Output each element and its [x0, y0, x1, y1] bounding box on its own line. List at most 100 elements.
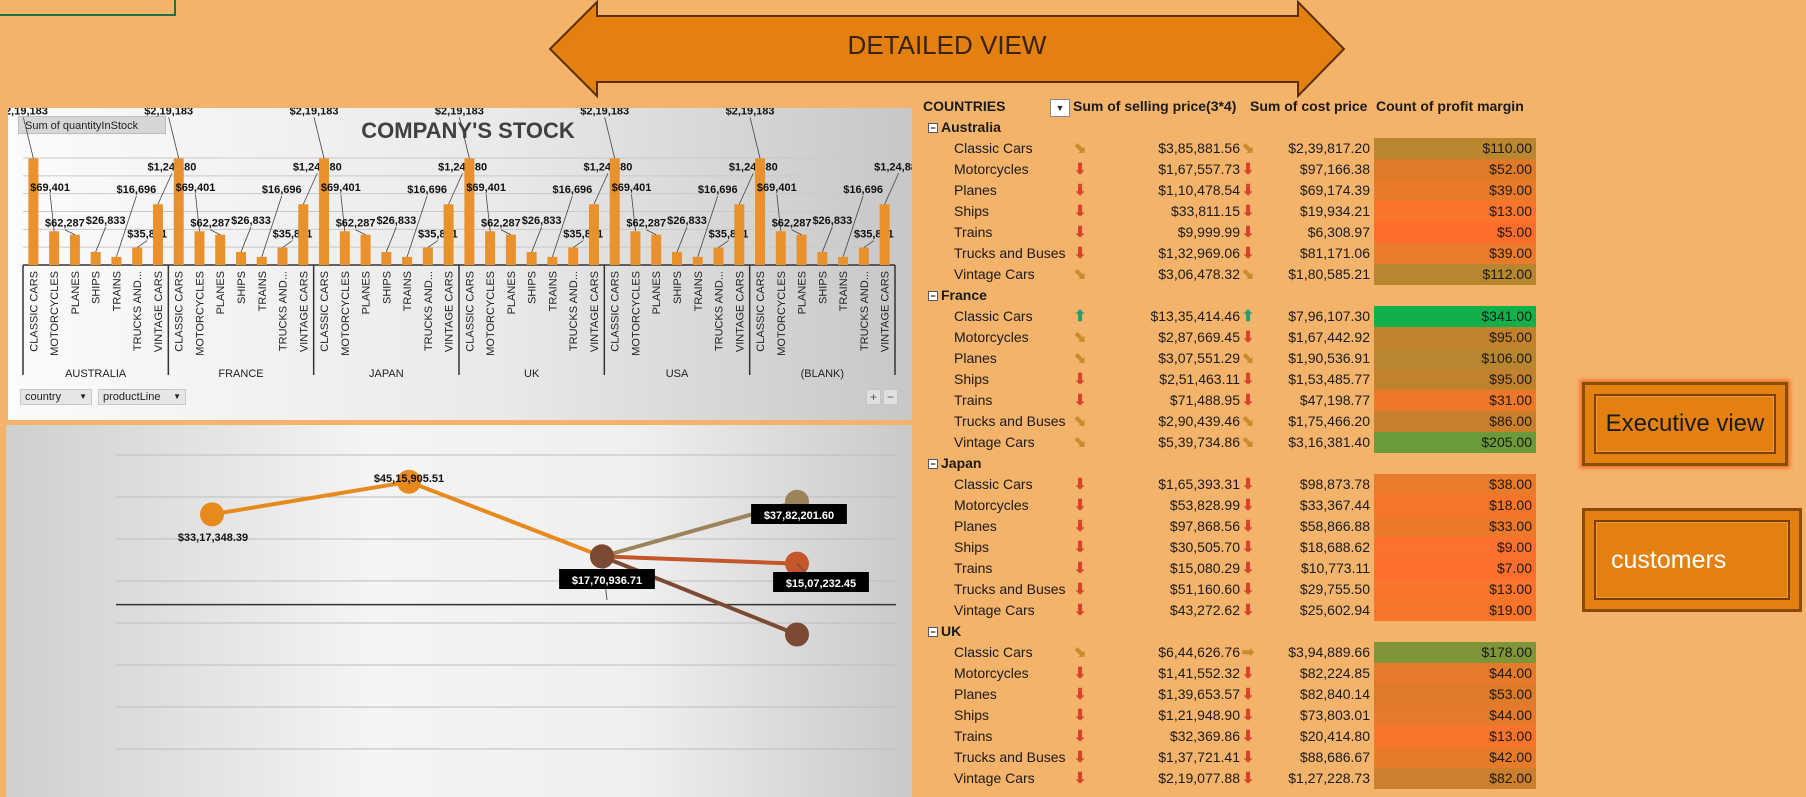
- bar-data-label: $69,401: [321, 182, 361, 194]
- pivot-data-row[interactable]: Classic Cars ⬊ $3,85,881.56 ⬊ $2,39,817.20 $1…: [918, 138, 1538, 159]
- category-tick-label: SHIPS: [672, 271, 684, 304]
- pivot-data-row[interactable]: Motorcycles ⬇ $1,67,557.73 ⬇ $97,166.38 $52.0…: [918, 159, 1538, 180]
- pivot-data-row[interactable]: Motorcycles ⬇ $1,41,552.32 ⬇ $82,224.85 $44.0…: [918, 663, 1538, 684]
- product-line-label: Trucks and Buses: [954, 581, 1066, 597]
- selling-price-value: $33,811.15: [1170, 203, 1240, 219]
- category-tick-label: PLANES: [70, 271, 82, 314]
- stock-bar: [630, 231, 641, 265]
- bar-data-label: $62,287: [626, 218, 666, 230]
- product-line-label: Trucks and Buses: [954, 749, 1066, 765]
- data-label-leader: [718, 240, 729, 248]
- pivot-data-row[interactable]: Ships ⬇ $2,51,463.11 ⬇ $1,53,485.77 $95.00: [918, 369, 1538, 390]
- selling-price-value: $2,90,439.46: [1158, 413, 1240, 429]
- stock-bar: [775, 231, 786, 265]
- data-label-leader: [282, 240, 293, 248]
- pivot-group-row[interactable]: − Australia: [918, 117, 1538, 138]
- arrow-down-icon: ⬇: [1073, 203, 1087, 220]
- collapse-toggle-icon[interactable]: −: [928, 459, 938, 469]
- pivot-data-row[interactable]: Planes ⬇ $97,868.56 ⬇ $58,866.88 $33.00: [918, 516, 1538, 537]
- cost-price-value: $1,90,536.91: [1288, 350, 1370, 366]
- group-name: Japan: [941, 455, 982, 471]
- arrow-down-icon: ⬇: [1073, 518, 1087, 535]
- pivot-group-row[interactable]: − UK: [918, 621, 1538, 642]
- expand-field-button[interactable]: +: [866, 389, 881, 405]
- stock-bar: [69, 234, 80, 265]
- profit-margin-count: $82.00: [1374, 768, 1536, 789]
- stock-bar: [692, 256, 703, 265]
- pivot-data-row[interactable]: Classic Cars ⬊ $6,44,626.76 ➡ $3,94,889.66 $1…: [918, 642, 1538, 663]
- bar-data-label: $2,19,183: [580, 108, 629, 117]
- selling-price-value: $1,32,969.06: [1158, 245, 1240, 261]
- pivot-data-row[interactable]: Trucks and Buses ⬊ $2,90,439.46 ⬊ $1,75,466.…: [918, 411, 1538, 432]
- arrow-down-icon: ⬇: [1241, 203, 1255, 220]
- arrow-down-icon: ⬇: [1073, 245, 1087, 262]
- pivot-data-row[interactable]: Trains ⬇ $9,999.99 ⬇ $6,308.97 $5.00: [918, 222, 1538, 243]
- product-line-label: Trucks and Buses: [954, 245, 1066, 261]
- pivot-data-row[interactable]: Vintage Cars ⬊ $3,06,478.32 ⬊ $1,80,585.21 $1…: [918, 264, 1538, 285]
- group-label: (BLANK): [801, 368, 844, 380]
- pivot-data-row[interactable]: Classic Cars ⬆ $13,35,414.46 ⬆ $7,96,107.30 $…: [918, 306, 1538, 327]
- bar-data-label: $69,401: [176, 182, 216, 194]
- product-line-label: Trains: [954, 392, 993, 408]
- product-line-label: Motorcycles: [954, 497, 1029, 513]
- countries-filter-dropdown[interactable]: ▼: [1050, 96, 1070, 117]
- pivot-data-row[interactable]: Trucks and Buses ⬇ $1,37,721.41 ⬇ $88,686.67…: [918, 747, 1538, 768]
- category-tick-label: CLASSIC CARS: [755, 271, 767, 352]
- pivot-data-row[interactable]: Trucks and Buses ⬇ $1,32,969.06 ⬇ $81,171.06…: [918, 243, 1538, 264]
- group-label: USA: [666, 368, 689, 380]
- selling-price-value: $5,39,734.86: [1158, 434, 1240, 450]
- pivot-data-row[interactable]: Motorcycles ⬇ $53,828.99 ⬇ $33,367.44 $18.00: [918, 495, 1538, 516]
- pivot-data-row[interactable]: Ships ⬇ $1,21,948.90 ⬇ $73,803.01 $44.00: [918, 705, 1538, 726]
- productline-filter-button[interactable]: productLine ▼: [98, 389, 186, 405]
- dropdown-arrow-icon[interactable]: ▼: [1050, 99, 1070, 117]
- productline-filter-label: productLine: [103, 391, 161, 403]
- collapse-toggle-icon[interactable]: −: [928, 123, 938, 133]
- collapse-toggle-icon[interactable]: −: [928, 627, 938, 637]
- pivot-data-row[interactable]: Trains ⬇ $15,080.29 ⬇ $10,773.11 $7.00: [918, 558, 1538, 579]
- arrow-down-icon: ⬇: [1241, 224, 1255, 241]
- stock-bar: [277, 247, 288, 265]
- selling-price-value: $2,19,077.88: [1158, 770, 1240, 786]
- product-line-label: Trains: [954, 728, 993, 744]
- pivot-data-row[interactable]: Trains ⬇ $32,369.86 ⬇ $20,414.80 $13.00: [918, 726, 1538, 747]
- pivot-data-row[interactable]: Planes ⬇ $1,39,653.57 ⬇ $82,840.14 $53.00: [918, 684, 1538, 705]
- pivot-data-row[interactable]: Motorcycles ⬊ $2,87,669.45 ⬇ $1,67,442.92 $95…: [918, 327, 1538, 348]
- category-tick-label: TRAINS: [402, 271, 414, 311]
- collapse-field-button[interactable]: −: [883, 389, 898, 405]
- pivot-data-row[interactable]: Ships ⬇ $30,505.70 ⬇ $18,688.62 $9.00: [918, 537, 1538, 558]
- selected-cell[interactable]: [0, 0, 176, 16]
- pivot-group-row[interactable]: − France: [918, 285, 1538, 306]
- pivot-data-row[interactable]: Classic Cars ⬇ $1,65,393.31 ⬇ $98,873.78 $38.…: [918, 474, 1538, 495]
- selling-price-value: $2,87,669.45: [1158, 329, 1240, 345]
- pivot-data-row[interactable]: Planes ⬇ $1,10,478.54 ⬇ $69,174.39 $39.00: [918, 180, 1538, 201]
- bar-data-label: $16,696: [262, 184, 302, 196]
- pivot-data-row[interactable]: Vintage Cars ⬊ $5,39,734.86 ⬊ $3,16,381.40 $2…: [918, 432, 1538, 453]
- profit-margin-count: $106.00: [1374, 348, 1536, 369]
- data-label-leader: [593, 173, 609, 205]
- pivot-data-row[interactable]: Planes ⬊ $3,07,551.29 ⬊ $1,90,536.91 $106.00: [918, 348, 1538, 369]
- pivot-data-row[interactable]: Trains ⬇ $71,488.95 ⬇ $47,198.77 $31.00: [918, 390, 1538, 411]
- arrow-down-icon: ⬇: [1241, 371, 1255, 388]
- product-line-label: Motorcycles: [954, 665, 1029, 681]
- collapse-toggle-icon[interactable]: −: [928, 291, 938, 301]
- country-filter-button[interactable]: country ▼: [20, 389, 92, 405]
- pivot-data-row[interactable]: Vintage Cars ⬇ $2,19,077.88 ⬇ $1,27,228.73 $8…: [918, 768, 1538, 789]
- pivot-data-row[interactable]: Ships ⬇ $33,811.15 ⬇ $19,934.21 $13.00: [918, 201, 1538, 222]
- sales-line-chart-panel[interactable]: $33,17,348.39 $45,15,905.51 $17,70,936.71 $…: [6, 425, 912, 797]
- stock-bar: [609, 158, 620, 265]
- cost-price-value: $1,27,228.73: [1288, 770, 1370, 786]
- executive-view-button[interactable]: Executive view: [1582, 382, 1788, 466]
- profit-margin-header: Count of profit margin: [1376, 98, 1524, 114]
- customers-button[interactable]: customers: [1582, 508, 1802, 612]
- cost-price-value: $3,94,889.66: [1288, 644, 1370, 660]
- bar-data-label: $62,287: [772, 218, 812, 230]
- pivot-group-row[interactable]: − Japan: [918, 453, 1538, 474]
- pivot-data-row[interactable]: Vintage Cars ⬇ $43,272.62 ⬇ $25,602.94 $19.00: [918, 600, 1538, 621]
- stock-chart-panel[interactable]: Sum of quantityInStock COMPANY'S STOCK $…: [8, 108, 912, 420]
- arrow-down-icon: ⬇: [1073, 224, 1087, 241]
- pivot-table[interactable]: COUNTRIES ▼ Sum of selling price(3*4) Sum o…: [918, 96, 1538, 797]
- pivot-data-row[interactable]: Trucks and Buses ⬇ $51,160.60 ⬇ $29,755.50 $1…: [918, 579, 1538, 600]
- data-label-leader: [884, 173, 899, 205]
- bar-data-label: $2,19,183: [8, 108, 48, 117]
- group-label: UK: [524, 368, 540, 380]
